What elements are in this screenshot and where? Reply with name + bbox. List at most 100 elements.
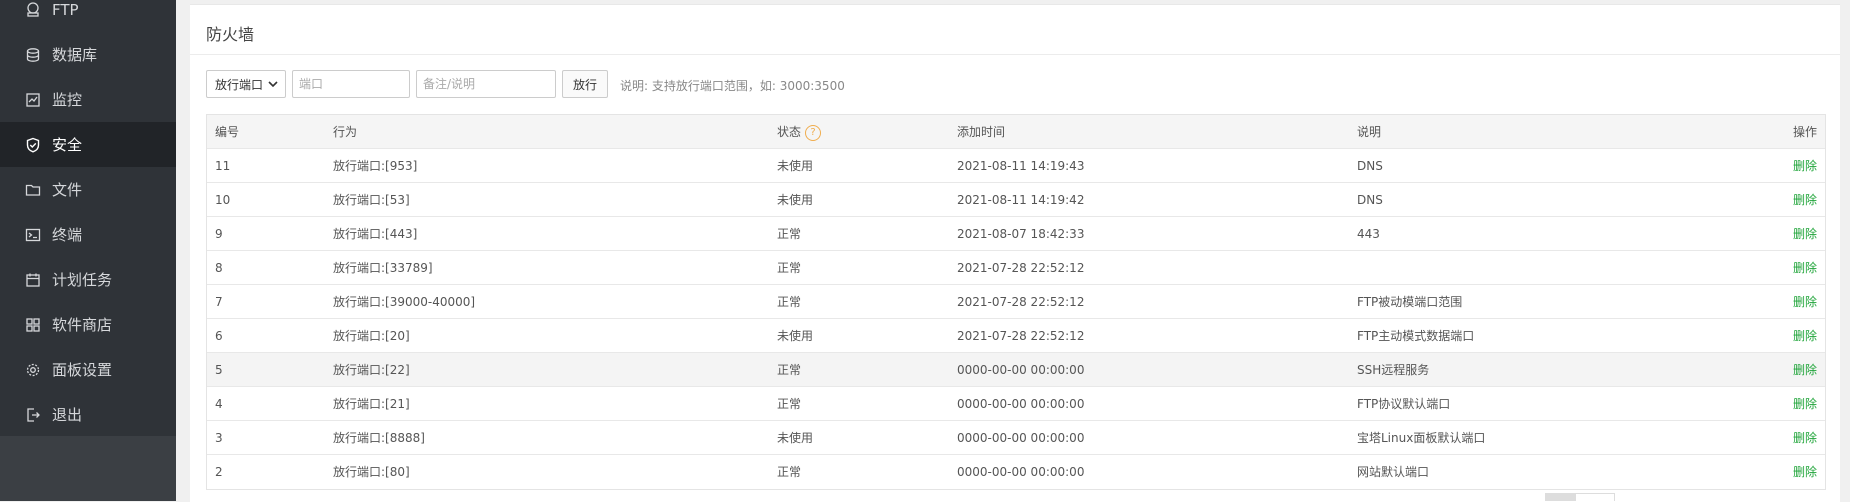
firewall-panel: 防火墙 放行端口 放行 说明: 支持放行端口范围，如: 3000:3500 编号… xyxy=(190,4,1840,502)
header-action: 行为 xyxy=(333,125,358,139)
cell-time: 0000-00-00 00:00:00 xyxy=(957,397,1085,411)
sidebar: FTP 数据库 监控 安全 文件 终端 计划任务 软件商店 面板设置 退出 xyxy=(0,0,176,501)
cell-id: 11 xyxy=(215,159,231,173)
cell-time: 2021-08-11 14:19:42 xyxy=(957,193,1085,207)
cell-action: 放行端口:[8888] xyxy=(333,431,425,445)
cell-id: 10 xyxy=(215,193,231,207)
delete-link[interactable]: 删除 xyxy=(1793,421,1817,455)
delete-link[interactable]: 删除 xyxy=(1793,319,1817,353)
header-id: 编号 xyxy=(215,125,240,139)
shield-icon xyxy=(22,134,44,156)
table-row: 8 放行端口:[33789] 正常 2021-07-28 22:52:12 删除 xyxy=(207,251,1825,285)
cell-status: 正常 xyxy=(777,363,802,377)
cell-desc: 网站默认端口 xyxy=(1357,465,1430,479)
table-row: 9 放行端口:[443] 正常 2021-08-07 18:42:33 443 … xyxy=(207,217,1825,251)
port-range-hint: 说明: 支持放行端口范围，如: 3000:3500 xyxy=(620,79,845,93)
header-desc: 说明 xyxy=(1357,125,1382,139)
cell-time: 2021-07-28 22:52:12 xyxy=(957,295,1085,309)
database-icon xyxy=(22,44,44,66)
cell-id: 6 xyxy=(215,329,223,343)
header-status-label: 状态 xyxy=(777,125,802,139)
sidebar-item-terminal[interactable]: 终端 xyxy=(0,212,176,257)
cell-time: 0000-00-00 00:00:00 xyxy=(957,465,1085,479)
sidebar-item-label: 计划任务 xyxy=(52,271,113,289)
header-time: 添加时间 xyxy=(957,125,1006,139)
cell-id: 9 xyxy=(215,227,223,241)
allow-button[interactable]: 放行 xyxy=(562,70,608,98)
table-row: 5 放行端口:[22] 正常 0000-00-00 00:00:00 SSH远程… xyxy=(207,353,1825,387)
cell-id: 4 xyxy=(215,397,223,411)
sidebar-item-store[interactable]: 软件商店 xyxy=(0,302,176,347)
cell-status: 未使用 xyxy=(777,159,814,173)
table-row: 3 放行端口:[8888] 未使用 0000-00-00 00:00:00 宝塔… xyxy=(207,421,1825,455)
delete-link[interactable]: 删除 xyxy=(1793,149,1817,183)
sidebar-item-logout[interactable]: 退出 xyxy=(0,392,176,437)
page-title: 防火墙 xyxy=(206,25,255,44)
sidebar-item-label: 面板设置 xyxy=(52,361,113,379)
panel-header: 防火墙 xyxy=(190,5,1840,55)
cell-status: 正常 xyxy=(777,295,802,309)
table-row: 10 放行端口:[53] 未使用 2021-08-11 14:19:42 DNS… xyxy=(207,183,1825,217)
cell-action: 放行端口:[39000-40000] xyxy=(333,295,476,309)
sidebar-item-cron[interactable]: 计划任务 xyxy=(0,257,176,302)
sidebar-item-database[interactable]: 数据库 xyxy=(0,32,176,77)
cell-id: 5 xyxy=(215,363,223,377)
delete-link[interactable]: 删除 xyxy=(1793,455,1817,489)
terminal-icon xyxy=(22,224,44,246)
apps-icon xyxy=(22,314,44,336)
delete-link[interactable]: 删除 xyxy=(1793,183,1817,217)
sidebar-item-label: 安全 xyxy=(52,136,83,154)
cell-status: 正常 xyxy=(777,397,802,411)
sidebar-item-ftp[interactable]: FTP xyxy=(0,0,176,32)
sidebar-item-label: 数据库 xyxy=(52,46,98,64)
cell-action: 放行端口:[80] xyxy=(333,465,410,479)
logout-icon xyxy=(22,404,44,426)
cell-desc: DNS xyxy=(1357,159,1383,173)
port-input[interactable] xyxy=(292,70,410,98)
firewall-rules-table: 编号 行为 状态? 添加时间 说明 操作 11 放行端口:[953] 未使用 2… xyxy=(206,114,1826,490)
cell-time: 0000-00-00 00:00:00 xyxy=(957,363,1085,377)
action-select[interactable]: 放行端口 xyxy=(206,70,286,98)
table-row: 7 放行端口:[39000-40000] 正常 2021-07-28 22:52… xyxy=(207,285,1825,319)
cell-desc: DNS xyxy=(1357,193,1383,207)
cell-action: 放行端口:[20] xyxy=(333,329,410,343)
delete-link[interactable]: 删除 xyxy=(1793,251,1817,285)
cell-desc: FTP协议默认端口 xyxy=(1357,397,1451,411)
cell-id: 7 xyxy=(215,295,223,309)
cell-desc: FTP被动模端口范围 xyxy=(1357,295,1463,309)
cell-status: 正常 xyxy=(777,261,802,275)
delete-link[interactable]: 删除 xyxy=(1793,387,1817,421)
folder-icon xyxy=(22,179,44,201)
action-select-value: 放行端口 xyxy=(215,77,264,92)
cell-desc: 宝塔Linux面板默认端口 xyxy=(1357,431,1486,445)
header-op: 操作 xyxy=(1792,125,1817,139)
monitor-icon xyxy=(22,89,44,111)
cell-id: 3 xyxy=(215,431,223,445)
chevron-down-icon xyxy=(267,78,279,93)
cell-time: 2021-08-07 18:42:33 xyxy=(957,227,1085,241)
sidebar-item-settings[interactable]: 面板设置 xyxy=(0,347,176,392)
pagination-next[interactable] xyxy=(1575,493,1615,501)
cell-action: 放行端口:[22] xyxy=(333,363,410,377)
sidebar-item-label: 退出 xyxy=(52,406,83,424)
delete-link[interactable]: 删除 xyxy=(1793,285,1817,319)
cell-status: 正常 xyxy=(777,227,802,241)
sidebar-item-files[interactable]: 文件 xyxy=(0,167,176,212)
sidebar-item-monitor[interactable]: 监控 xyxy=(0,77,176,122)
table-row: 6 放行端口:[20] 未使用 2021-07-28 22:52:12 FTP主… xyxy=(207,319,1825,353)
sidebar-item-label: 文件 xyxy=(52,181,83,199)
cell-action: 放行端口:[443] xyxy=(333,227,418,241)
pagination-prev[interactable] xyxy=(1545,493,1575,501)
note-input[interactable] xyxy=(416,70,556,98)
table-row: 2 放行端口:[80] 正常 0000-00-00 00:00:00 网站默认端… xyxy=(207,455,1825,489)
sidebar-item-security[interactable]: 安全 xyxy=(0,122,176,167)
table-row: 4 放行端口:[21] 正常 0000-00-00 00:00:00 FTP协议… xyxy=(207,387,1825,421)
delete-link[interactable]: 删除 xyxy=(1793,353,1817,387)
help-icon[interactable]: ? xyxy=(805,124,822,141)
delete-link[interactable]: 删除 xyxy=(1793,217,1817,251)
cell-status: 正常 xyxy=(777,465,802,479)
cell-status: 未使用 xyxy=(777,329,814,343)
table-row: 11 放行端口:[953] 未使用 2021-08-11 14:19:43 DN… xyxy=(207,149,1825,183)
cell-time: 0000-00-00 00:00:00 xyxy=(957,431,1085,445)
cell-action: 放行端口:[53] xyxy=(333,193,410,207)
